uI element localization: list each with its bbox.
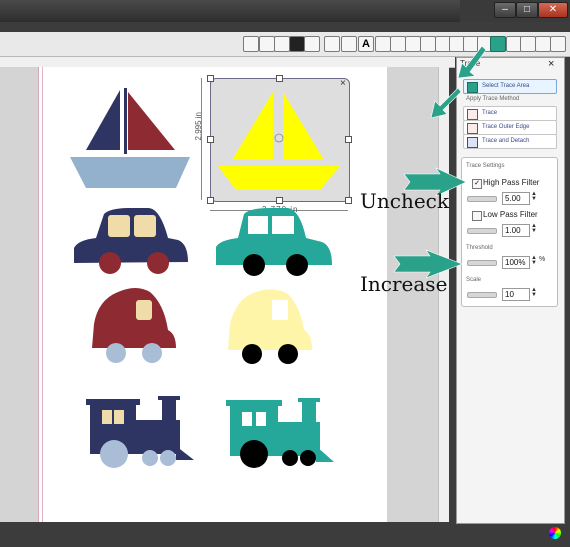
arrow-to-trace-tool	[457, 45, 487, 79]
annotation-arrows	[393, 45, 487, 279]
increase-annotation: Increase	[360, 272, 448, 296]
uncheck-annotation: Uncheck	[360, 189, 449, 213]
arrow-to-select-area	[430, 87, 462, 119]
